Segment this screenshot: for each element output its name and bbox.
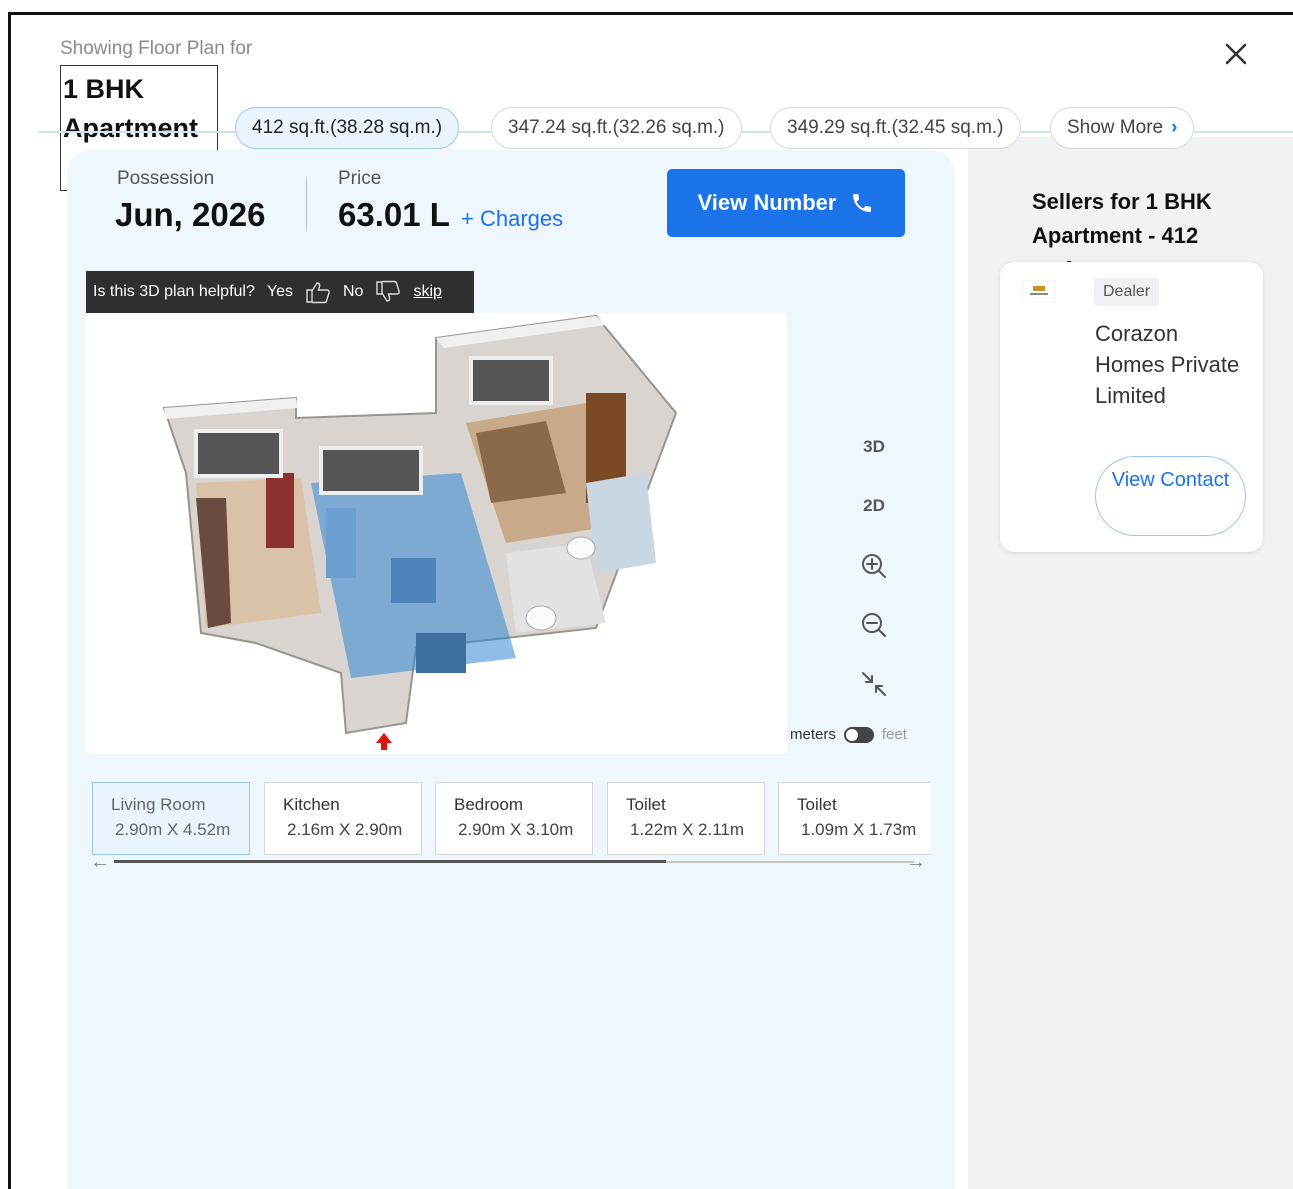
- unit-feet-label[interactable]: feet: [882, 726, 907, 743]
- scroll-right-arrow-icon[interactable]: →: [906, 851, 926, 874]
- area-chip-412[interactable]: 412 sq.ft.(38.28 sq.m.): [235, 107, 460, 149]
- show-more-label: Show More: [1067, 117, 1164, 138]
- room-size: 1.22m X 2.11m: [630, 820, 745, 839]
- zoom-out-button[interactable]: [850, 605, 898, 645]
- config-name: 1 BHK Apartment: [63, 74, 199, 143]
- room-name: Living Room: [111, 795, 206, 814]
- toggle-knob: [845, 728, 858, 741]
- view-3d-button[interactable]: 3D: [850, 427, 898, 467]
- room-name: Bedroom: [454, 795, 523, 814]
- room-name: Kitchen: [283, 795, 340, 814]
- collapse-icon: [862, 672, 886, 696]
- room-card-toilet-2[interactable]: Toilet 1.09m X 1.73m: [778, 782, 930, 855]
- area-chip-347[interactable]: 347.24 sq.ft.(32.26 sq.m.): [491, 107, 742, 149]
- collapse-button[interactable]: [850, 664, 898, 704]
- floor-plan-illustration: [162, 314, 678, 750]
- scroll-left-arrow-icon[interactable]: ←: [90, 851, 110, 874]
- charges-link[interactable]: + Charges: [461, 206, 563, 232]
- view-contact-button[interactable]: View Contact: [1095, 456, 1246, 536]
- thumbs-down-icon[interactable]: [375, 280, 401, 304]
- room-name: Toilet: [626, 795, 666, 814]
- room-name: Toilet: [797, 795, 837, 814]
- feedback-question: Is this 3D plan helpful?: [93, 283, 255, 300]
- zoom-in-button[interactable]: [850, 546, 898, 586]
- room-scrollbar-thumb[interactable]: [114, 860, 666, 863]
- seller-logo: [1022, 280, 1056, 302]
- zoom-out-icon: [862, 613, 886, 637]
- show-more-button[interactable]: Show More ›: [1050, 107, 1195, 149]
- unit-toggle-group: meters feet: [790, 726, 907, 743]
- feedback-yes[interactable]: Yes: [267, 283, 293, 301]
- view-number-button[interactable]: View Number: [667, 169, 905, 237]
- showing-label: Showing Floor Plan for: [60, 38, 253, 59]
- seller-card: Dealer Corazon Homes Private Limited Vie…: [1000, 262, 1263, 552]
- room-size: 2.90m X 3.10m: [458, 820, 574, 839]
- unit-meters-label[interactable]: meters: [790, 726, 836, 743]
- dealer-badge: Dealer: [1094, 278, 1160, 306]
- price-value: 63.01 L: [338, 196, 450, 233]
- close-button[interactable]: [1222, 40, 1250, 68]
- unit-toggle[interactable]: [843, 726, 874, 743]
- view-2d-button[interactable]: 2D: [850, 486, 898, 526]
- feedback-no[interactable]: No: [343, 283, 363, 301]
- room-card-living-room[interactable]: Living Room 2.90m X 4.52m: [92, 782, 250, 855]
- area-chip-349[interactable]: 349.29 sq.ft.(32.45 sq.m.): [770, 107, 1021, 149]
- feedback-skip[interactable]: skip: [413, 283, 441, 301]
- room-card-bedroom[interactable]: Bedroom 2.90m X 3.10m: [435, 782, 593, 855]
- chevron-right-icon: ›: [1171, 117, 1178, 138]
- view-number-label: View Number: [697, 190, 837, 215]
- close-icon: [1225, 43, 1247, 65]
- room-card-toilet-1[interactable]: Toilet 1.22m X 2.11m: [607, 782, 765, 855]
- possession-label: Possession: [117, 168, 215, 189]
- feedback-bar: Is this 3D plan helpful? Yes No skip: [86, 271, 474, 313]
- room-size: 1.09m X 1.73m: [801, 820, 917, 839]
- room-card-kitchen[interactable]: Kitchen 2.16m X 2.90m: [264, 782, 422, 855]
- seller-name: Corazon Homes Private Limited: [1095, 321, 1240, 408]
- room-size: 2.90m X 4.52m: [115, 820, 231, 839]
- room-size: 2.16m X 2.90m: [287, 820, 403, 839]
- zoom-in-icon: [862, 554, 886, 578]
- floor-plan-3d-image[interactable]: [86, 313, 787, 754]
- summary-divider: [306, 178, 307, 230]
- possession-value: Jun, 2026: [115, 196, 266, 233]
- price-label: Price: [338, 168, 382, 189]
- room-dimensions-strip: Living Room 2.90m X 4.52m Kitchen 2.16m …: [92, 782, 930, 857]
- thumbs-up-icon[interactable]: [305, 280, 331, 304]
- phone-icon: [853, 194, 872, 212]
